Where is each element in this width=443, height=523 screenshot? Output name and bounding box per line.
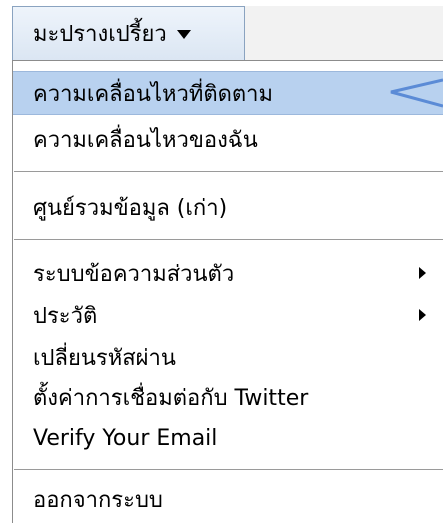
menu-item-label: Verify Your Email <box>33 425 218 451</box>
caret-down-icon <box>176 30 191 39</box>
menu-item-info-center-old[interactable]: ศูนย์รวมข้อมูล (เก่า) <box>13 185 443 229</box>
submenu-arrow-icon <box>419 309 426 321</box>
user-menu-button[interactable]: มะปรางเปรี้ยว <box>12 6 245 60</box>
menu-item-label: เปลี่ยนรหัสผ่าน <box>33 345 176 371</box>
menu-item-twitter-settings[interactable]: ตั้งค่าการเชื่อมต่อกับ Twitter <box>13 375 443 419</box>
menu-item-label: ประวัติ <box>33 303 98 329</box>
menu-item-label: ระบบข้อความส่วนตัว <box>33 261 235 287</box>
screenshot-page: มะปรางเปรี้ยว ความเคลื่อนไหวที่ติดตาม คว… <box>0 0 443 523</box>
menu-item-logout[interactable]: ออกจากระบบ <box>13 477 443 521</box>
header-bar-background <box>245 6 443 63</box>
menu-item-label: ออกจากระบบ <box>33 487 163 513</box>
menu-item-verify-email[interactable]: Verify Your Email <box>13 416 443 460</box>
menu-item-label: ตั้งค่าการเชื่อมต่อกับ Twitter <box>33 385 309 411</box>
menu-separator <box>14 239 443 240</box>
user-menu-label: มะปรางเปรี้ยว <box>33 22 167 47</box>
menu-item-private-messages[interactable]: ระบบข้อความส่วนตัว <box>13 251 443 295</box>
menu-separator <box>14 469 443 470</box>
menu-separator <box>14 171 443 172</box>
menu-item-change-password[interactable]: เปลี่ยนรหัสผ่าน <box>13 335 443 379</box>
menu-item-history[interactable]: ประวัติ <box>13 293 443 337</box>
menu-item-label: ความเคลื่อนไหวที่ติดตาม <box>33 81 274 107</box>
submenu-arrow-icon <box>419 267 426 279</box>
menu-item-my-activity[interactable]: ความเคลื่อนไหวของฉัน <box>13 117 443 161</box>
user-dropdown-menu: ความเคลื่อนไหวที่ติดตาม ความเคลื่อนไหวขอ… <box>12 60 443 523</box>
menu-item-followed-activity[interactable]: ความเคลื่อนไหวที่ติดตาม <box>13 71 443 115</box>
menu-item-label: ศูนย์รวมข้อมูล (เก่า) <box>33 195 228 221</box>
menu-item-label: ความเคลื่อนไหวของฉัน <box>33 127 258 153</box>
